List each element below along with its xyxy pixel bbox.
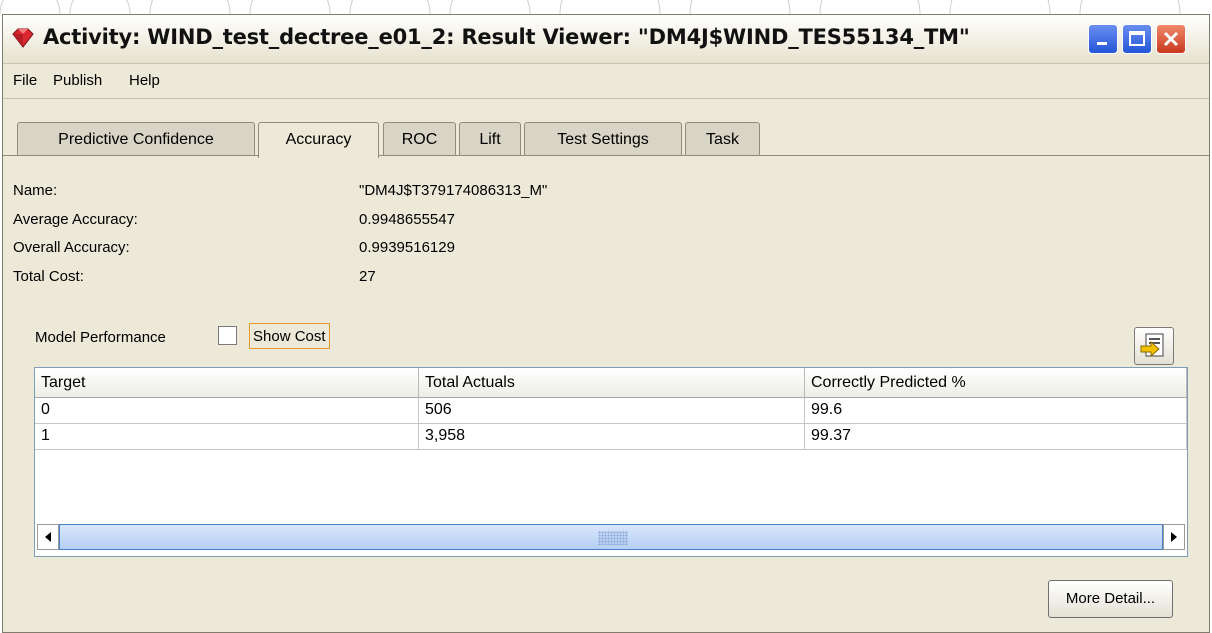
grip-icon — [598, 531, 628, 545]
tab-predictive-confidence[interactable]: Predictive Confidence — [17, 122, 255, 156]
total-cost-label: Total Cost: — [13, 268, 84, 285]
menu-help-label: Help — [129, 72, 160, 89]
show-cost-checkbox[interactable] — [218, 326, 237, 345]
background-decoration — [0, 0, 1212, 14]
column-header-correctly-predicted[interactable]: Correctly Predicted % — [805, 368, 1187, 398]
table-cell[interactable]: 0 — [35, 398, 419, 424]
maximize-icon — [1129, 31, 1145, 46]
minimize-button[interactable] — [1088, 24, 1118, 54]
column-header-total-actuals[interactable]: Total Actuals — [419, 368, 805, 398]
table-cell[interactable]: 99.6 — [805, 398, 1187, 424]
tab-task[interactable]: Task — [685, 122, 760, 156]
total-cost-value: 27 — [359, 268, 376, 285]
tab-label: Accuracy — [285, 131, 352, 148]
menu-file[interactable]: File — [13, 72, 37, 89]
menu-help[interactable]: Help — [129, 72, 160, 89]
model-performance-label: Model Performance — [35, 329, 166, 346]
average-accuracy-label: Average Accuracy: — [13, 211, 138, 228]
table-cell[interactable]: 99.37 — [805, 424, 1187, 450]
tab-test-settings[interactable]: Test Settings — [524, 122, 682, 156]
result-viewer-window: Activity: WIND_test_dectree_e01_2: Resul… — [2, 14, 1210, 633]
close-button[interactable] — [1156, 24, 1186, 54]
tab-lift[interactable]: Lift — [459, 122, 521, 156]
arrow-left-icon — [45, 532, 51, 542]
table-cell[interactable]: 506 — [419, 398, 805, 424]
arrow-right-icon — [1171, 532, 1177, 542]
menu-publish-label: Publish — [53, 72, 103, 89]
menu-publish[interactable]: Publish — [53, 72, 102, 89]
column-header-target[interactable]: Target — [35, 368, 419, 398]
scrollbar-thumb[interactable] — [59, 524, 1163, 550]
more-detail-button[interactable]: More Detail... — [1048, 580, 1173, 618]
export-icon — [1140, 333, 1164, 358]
close-icon — [1163, 31, 1179, 47]
window-title: Activity: WIND_test_dectree_e01_2: Resul… — [43, 25, 970, 49]
menu-bar: File Publish Help — [3, 64, 1209, 99]
tab-label: Lift — [479, 131, 501, 148]
tab-accuracy[interactable]: Accuracy — [258, 122, 379, 158]
show-cost-label[interactable]: Show Cost — [249, 323, 330, 349]
name-label: Name: — [13, 182, 58, 199]
overall-accuracy-value: 0.9939516129 — [359, 239, 455, 256]
horizontal-scrollbar[interactable] — [37, 524, 1185, 550]
overall-accuracy-label: Overall Accuracy: — [13, 239, 130, 256]
export-button[interactable] — [1134, 327, 1174, 365]
minimize-icon — [1097, 42, 1107, 45]
table-cell[interactable]: 3,958 — [419, 424, 805, 450]
name-value: "DM4J$T379174086313_M" — [359, 182, 548, 199]
tab-label: Test Settings — [557, 131, 649, 148]
scrollbar-track[interactable] — [59, 524, 1163, 550]
tab-label: Predictive Confidence — [58, 131, 214, 148]
scroll-right-button[interactable] — [1163, 524, 1185, 550]
tab-divider — [3, 155, 1209, 156]
maximize-button[interactable] — [1122, 24, 1152, 54]
model-performance-table: Target Total Actuals Correctly Predicted… — [34, 367, 1188, 557]
average-accuracy-value: 0.9948655547 — [359, 211, 455, 228]
tab-roc[interactable]: ROC — [383, 122, 456, 156]
menu-file-label: File — [13, 72, 38, 89]
title-bar[interactable]: Activity: WIND_test_dectree_e01_2: Resul… — [3, 15, 1209, 64]
scroll-left-button[interactable] — [37, 524, 59, 550]
decorative-arcs — [0, 0, 1181, 14]
tab-label: Task — [706, 131, 739, 148]
ruby-gem-icon — [12, 28, 34, 48]
tab-label: ROC — [401, 131, 438, 148]
table-cell[interactable]: 1 — [35, 424, 419, 450]
